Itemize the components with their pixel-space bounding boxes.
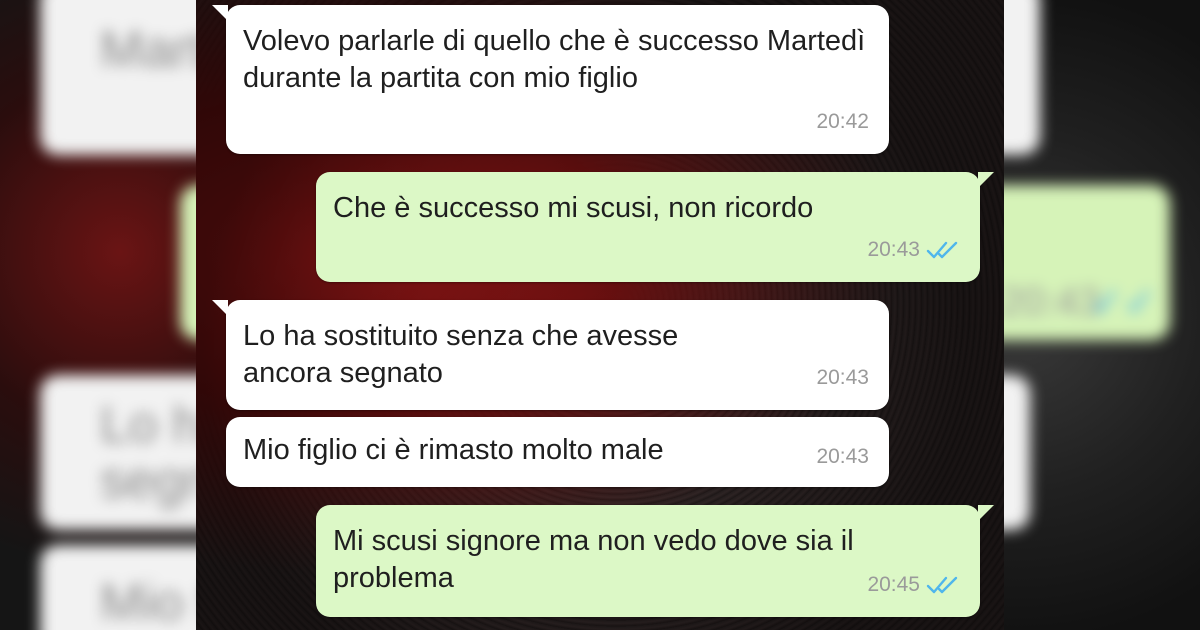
bubble-tail	[978, 505, 994, 521]
message-text: Che è successo mi scusi, non ricordo	[333, 192, 814, 224]
message-text: Mi scusi signore ma non vedo dove sia il…	[333, 525, 854, 594]
blurred-bubble: Mio fi	[40, 545, 200, 630]
blurred-bubble: 20:43 ✓✓	[1000, 185, 1170, 340]
blurred-background-left: Marte Lo ha segna Mio fi	[0, 0, 200, 630]
message-bubble-incoming[interactable]: Lo ha sostituito senza che avesse ancora…	[212, 300, 889, 410]
bubble-tail	[212, 300, 228, 316]
read-double-tick-icon	[926, 241, 958, 258]
message-time: 20:43	[816, 438, 869, 475]
message-time: 20:43	[816, 359, 869, 396]
message-text: Mio figlio ci è rimasto molto male	[243, 434, 664, 466]
blurred-bubble: Lo ha segna	[40, 375, 200, 530]
timestamp: 20:43	[816, 366, 869, 389]
timestamp: 20:43	[867, 238, 920, 261]
blurred-bubble: Marte	[40, 0, 200, 155]
message-bubble-incoming[interactable]: Mio figlio ci è rimasto molto male 20:43	[226, 417, 889, 487]
message-time: 20:42	[816, 103, 869, 140]
blurred-text: Lo ha	[100, 396, 200, 454]
bubble-tail	[212, 5, 228, 21]
blurred-text: segna	[100, 452, 200, 510]
blurred-text: Mio fi	[100, 574, 200, 630]
message-bubble-incoming[interactable]: Volevo parlarle di quello che è successo…	[212, 5, 889, 154]
message-time: 20:45	[867, 566, 960, 603]
timestamp: 20:43	[816, 445, 869, 468]
message-bubble-outgoing[interactable]: Mi scusi signore ma non vedo dove sia il…	[316, 505, 994, 617]
blurred-text: Marte	[100, 21, 200, 79]
blurred-tick-icon: ✓✓	[1090, 281, 1158, 325]
chat-conversation[interactable]: Volevo parlarle di quello che è successo…	[196, 0, 1004, 630]
blurred-background-right: 20:43 ✓✓	[1000, 0, 1200, 630]
timestamp: 20:42	[816, 110, 869, 133]
blurred-bubble	[1000, 375, 1030, 530]
message-text: Lo ha sostituito senza che avesse ancora…	[243, 320, 679, 389]
message-bubble-outgoing[interactable]: Che è successo mi scusi, non ricordo 20:…	[316, 172, 994, 282]
timestamp: 20:45	[867, 573, 920, 596]
message-time: 20:43	[867, 231, 960, 268]
blurred-bubble	[1000, 0, 1040, 155]
message-text: Volevo parlarle di quello che è successo…	[243, 25, 866, 94]
bubble-tail	[978, 172, 994, 188]
read-double-tick-icon	[926, 576, 958, 593]
blurred-time: 20:43	[1000, 280, 1101, 324]
